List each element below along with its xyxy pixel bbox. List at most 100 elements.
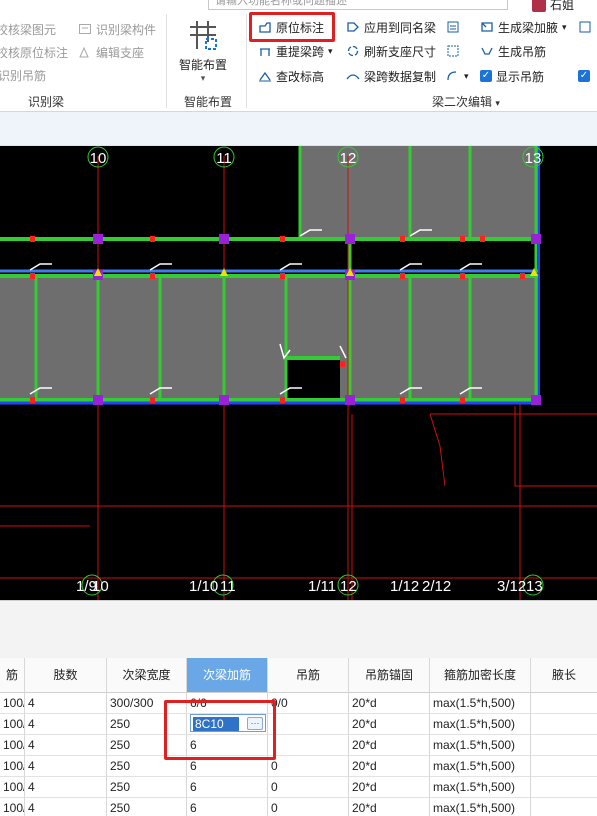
ribbon-separator [166, 14, 167, 108]
identify-hanger-bar-button[interactable]: 识别吊筋 [0, 66, 46, 84]
span-data-table[interactable]: 筋 肢数 次梁宽度 次梁加筋 吊筋 吊筋锚固 箍筋加密长度 腋长 100/4 30… [0, 658, 597, 816]
generate-hanger-bar-button[interactable]: 生成吊筋 [480, 42, 546, 60]
arc-tool-button[interactable]: ▾ [446, 67, 469, 85]
search-input[interactable]: 请输入功能名称或问题描述 [208, 0, 508, 10]
status-band [0, 112, 597, 146]
ribbon-separator [246, 14, 247, 108]
axis-label-bottom: 11 [220, 578, 236, 595]
table-cell[interactable]: 0 [268, 777, 349, 798]
apply-same-name-label: 应用到同名梁 [364, 20, 437, 35]
grid-edit-button[interactable] [446, 42, 460, 60]
group-label-identify-beam: 识别梁 [28, 95, 65, 109]
table-cell[interactable]: max(1.5*h,500) [430, 735, 531, 756]
table-cell[interactable]: 20*d [349, 693, 430, 714]
table-cell[interactable]: max(1.5*h,500) [430, 693, 531, 714]
table-row[interactable]: 100/4 250 6 0 20*d max(1.5*h,500) [0, 798, 597, 816]
re-extract-span-button[interactable]: 重提梁跨 ▾ [258, 42, 333, 60]
table-cell[interactable] [531, 735, 597, 756]
generate-hanger-bar-label: 生成吊筋 [498, 44, 547, 59]
table-cell[interactable]: 20*d [349, 798, 430, 816]
table-cell[interactable]: 4 [25, 714, 107, 735]
table-cell[interactable]: 100/ [0, 735, 25, 756]
table-cell[interactable]: max(1.5*h,500) [430, 756, 531, 777]
axis-label-bottom: 1/11 [308, 578, 336, 595]
table-cell[interactable]: 4 [25, 798, 107, 816]
column-header[interactable]: 次梁宽度 [107, 658, 187, 693]
table-cell[interactable] [531, 714, 597, 735]
table-cell[interactable] [531, 756, 597, 777]
group-label-smart-layout: 智能布置 [184, 95, 233, 109]
table-cell[interactable]: 100/ [0, 693, 25, 714]
column-header[interactable]: 肢数 [25, 658, 107, 693]
column-header[interactable]: 腋长 [531, 658, 597, 693]
table-cell[interactable]: 100/ [0, 756, 25, 777]
table-cell[interactable]: max(1.5*h,500) [430, 777, 531, 798]
cad-viewport[interactable]: 10 11 12 13 1/9 10 1/10 11 1/11 12 1/12 … [0, 146, 597, 600]
check-elevation-icon [258, 69, 272, 83]
table-cell[interactable]: 100/ [0, 714, 25, 735]
beam-component-icon [78, 22, 92, 36]
chevron-down-icon: ▾ [562, 21, 567, 32]
check-beam-elements-label: 校核梁图元 [0, 22, 57, 37]
column-header[interactable]: 吊筋锚固 [349, 658, 430, 693]
table-row[interactable]: 100/4 250 6 20*d max(1.5*h,500) [0, 735, 597, 756]
table-cell[interactable]: 4 [25, 693, 107, 714]
table-cell[interactable]: max(1.5*h,500) [430, 714, 531, 735]
table-row[interactable]: 100/4 250 6 0 20*d max(1.5*h,500) [0, 756, 597, 777]
column-header-selected[interactable]: 次梁加筋 [187, 658, 268, 693]
table-cell[interactable] [268, 735, 349, 756]
user-info[interactable]: 石姐 [532, 0, 574, 13]
table-cell[interactable]: 4 [25, 777, 107, 798]
table-cell[interactable]: 4 [25, 756, 107, 777]
identify-hanger-bar-label: 识别吊筋 [0, 68, 47, 83]
axis-label-top: 10 [90, 150, 107, 167]
chevron-down-icon: ▾ [464, 70, 469, 81]
show-hanger-bar-checkbox[interactable]: ✓ 显示吊筋 [480, 67, 544, 85]
table-row[interactable]: 100/4 250 20*d max(1.5*h,500) [0, 714, 597, 735]
table-cell[interactable]: 100/ [0, 798, 25, 816]
table-cell[interactable] [531, 777, 597, 798]
table-cell[interactable]: 20*d [349, 735, 430, 756]
axis-label-bottom: 1/12 [390, 578, 419, 595]
table-cell[interactable]: 100/ [0, 777, 25, 798]
more-tool-button[interactable] [578, 18, 592, 36]
table-cell[interactable] [531, 693, 597, 714]
cad-drawing: 10 11 12 13 1/9 10 1/10 11 1/11 12 1/12 … [0, 146, 597, 600]
edit-support-button[interactable]: 编辑支座 [78, 43, 144, 61]
table-cell[interactable]: 0 [268, 798, 349, 816]
table-row[interactable]: 100/4 250 6 0 20*d max(1.5*h,500) [0, 777, 597, 798]
axis-label-top: 11 [216, 150, 232, 167]
column-header[interactable]: 箍筋加密长度 [430, 658, 531, 693]
check-elevation-button[interactable]: 查改标高 [258, 67, 324, 85]
refresh-support-size-button[interactable]: 刷新支座尺寸 [346, 42, 436, 60]
check-beam-elements-button[interactable]: 校核梁图元 [0, 20, 56, 38]
list-icon [446, 20, 460, 34]
smart-layout-button[interactable]: 智能布置 ▾ [176, 16, 230, 92]
table-cell[interactable]: 4 [25, 735, 107, 756]
copy-span-data-button[interactable]: 梁跨数据复制 [346, 67, 436, 85]
table-cell[interactable]: 250 [107, 798, 187, 816]
table-cell[interactable] [268, 714, 349, 735]
apply-same-name-beam-button[interactable]: 应用到同名梁 [346, 18, 436, 36]
table-cell[interactable]: max(1.5*h,500) [430, 798, 531, 816]
axis-label-bottom: 13 [526, 578, 543, 595]
generate-haunch-button[interactable]: 生成梁加腋 ▾ [480, 18, 567, 36]
table-row[interactable]: 100/4 300/300 6/6 0/0 20*d max(1.5*h,500) [0, 693, 597, 714]
table-cell[interactable]: 6 [187, 777, 268, 798]
axis-label-bottom: 12 [340, 578, 357, 595]
column-header[interactable]: 吊筋 [268, 658, 349, 693]
table-cell[interactable]: 20*d [349, 714, 430, 735]
table-cell[interactable] [531, 798, 597, 816]
copy-span-icon [346, 69, 360, 83]
table-cell[interactable]: 0/0 [268, 693, 349, 714]
table-cell[interactable]: 6 [187, 798, 268, 816]
table-cell[interactable]: 0 [268, 756, 349, 777]
edit-list-button[interactable] [446, 18, 460, 36]
another-checkbox[interactable]: ✓ [578, 67, 590, 85]
table-cell[interactable]: 250 [107, 777, 187, 798]
table-cell[interactable]: 20*d [349, 756, 430, 777]
identify-beam-component-button[interactable]: 识别梁构件 [78, 20, 156, 38]
table-cell[interactable]: 20*d [349, 777, 430, 798]
column-header[interactable]: 筋 [0, 658, 25, 693]
check-original-annotation-button[interactable]: 校核原位标注 [0, 43, 68, 61]
